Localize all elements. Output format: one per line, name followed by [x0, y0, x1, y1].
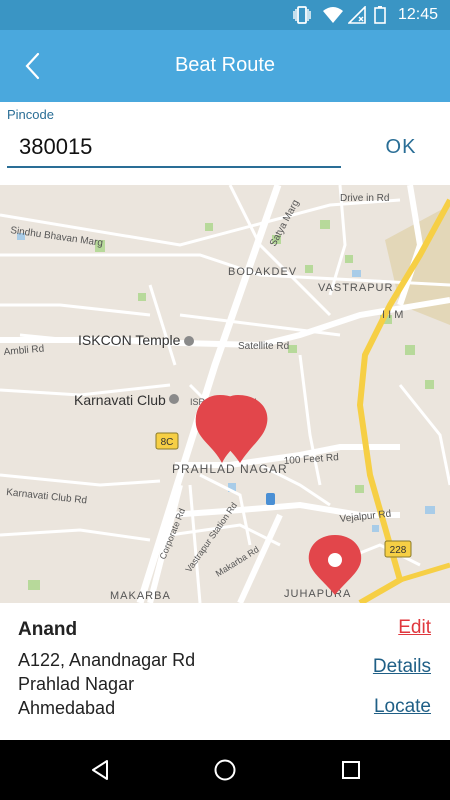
ok-button[interactable]: OK — [372, 130, 430, 164]
address-line-2: Prahlad Nagar — [18, 674, 135, 694]
home-circle-icon[interactable] — [213, 758, 237, 782]
map-label-karnavati-club: Karnavati Club — [74, 392, 166, 408]
map-label-iim: I I M — [382, 309, 403, 321]
no-signal-icon — [348, 6, 366, 24]
map-label-bodakdev: BODAKDEV — [228, 266, 297, 278]
details-link[interactable]: Details — [373, 656, 431, 678]
address-line-1: A122, Anandnagar Rd — [18, 650, 196, 670]
club-icon — [169, 394, 179, 404]
map-label-iskcon-temple: ISKCON Temple — [78, 332, 181, 348]
status-time: 12:45 — [397, 6, 438, 23]
navigation-bar — [0, 740, 450, 800]
address-line-3: Ahmedabad — [18, 698, 116, 718]
wifi-icon — [323, 7, 343, 23]
vibrate-icon — [293, 6, 311, 24]
map-view[interactable]: 8C 228 Drive in Rd Sindhu Bhavan Marg Sa… — [0, 185, 450, 603]
page-title: Beat Route — [174, 54, 276, 76]
map-label-juhapura: JUHAPURA — [284, 588, 351, 600]
route-shield-8c: 8C — [155, 432, 179, 450]
status-bar: 12:45 — [0, 0, 450, 30]
pincode-label: Pincode — [7, 107, 54, 122]
app-bar: Beat Route — [0, 30, 450, 102]
pincode-input[interactable] — [7, 128, 341, 168]
recents-square-icon[interactable] — [339, 758, 363, 782]
bus-stop-icon — [266, 493, 275, 505]
svg-text:228: 228 — [390, 545, 407, 556]
map-label-makarba: MAKARBA — [110, 590, 171, 602]
temple-icon — [184, 336, 194, 346]
map-label-drive-in-rd: Drive in Rd — [340, 193, 389, 204]
map-canvas[interactable]: 8C 228 Drive in Rd Sindhu Bhavan Marg Sa… — [0, 185, 450, 603]
customer-name: Anand — [18, 619, 78, 640]
battery-icon — [374, 6, 386, 24]
map-label-satellite-rd: Satellite Rd — [238, 341, 289, 352]
map-label-prahlad-nagar: PRAHLAD NAGAR — [172, 462, 288, 476]
svg-text:8C: 8C — [161, 437, 174, 448]
back-triangle-icon[interactable] — [88, 758, 112, 782]
details-panel: Anand A122, Anandnagar Rd Prahlad Nagar … — [0, 603, 450, 740]
edit-link[interactable]: Edit — [398, 617, 431, 639]
map-label-vastrapur: VASTRAPUR — [318, 282, 393, 294]
route-shield-228: 228 — [384, 540, 412, 558]
locate-link[interactable]: Locate — [374, 696, 431, 718]
